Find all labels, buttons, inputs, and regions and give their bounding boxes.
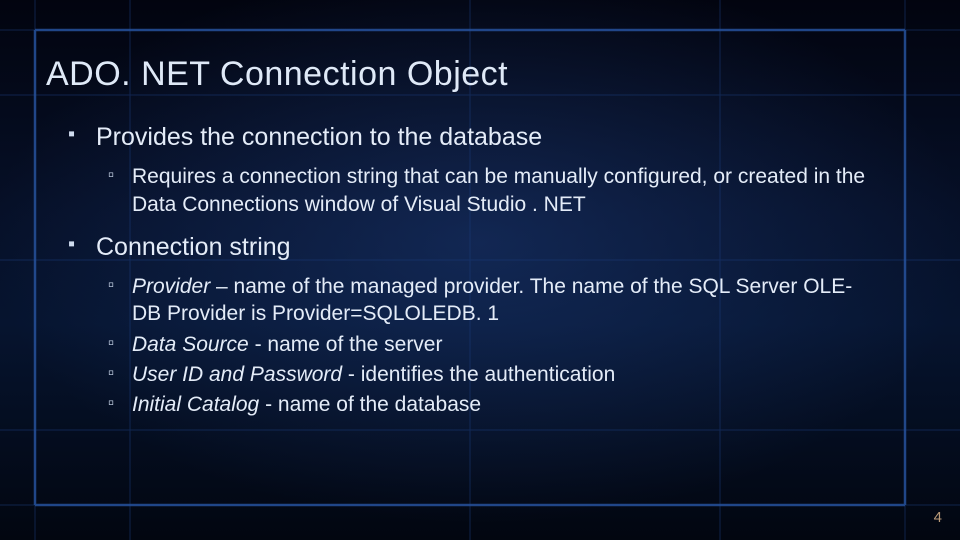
sub-bullet-item: User ID and Password - identifies the au… (132, 361, 920, 388)
bullet-item: Connection string Provider – name of the… (96, 232, 920, 419)
bullet-list: Provides the connection to the database … (46, 122, 920, 419)
term: Data Source (132, 333, 249, 356)
bullet-text: Provides the connection to the database (96, 123, 542, 151)
slide-content: ADO. NET Connection Object Provides the … (0, 0, 960, 419)
term-desc: – name of the managed provider. The name… (132, 275, 852, 325)
term: Initial Catalog (132, 393, 259, 416)
sub-bullet-item: Provider – name of the managed provider.… (132, 273, 920, 328)
term: User ID and Password (132, 363, 342, 386)
sub-bullet-item: Requires a connection string that can be… (132, 163, 920, 218)
slide: ADO. NET Connection Object Provides the … (0, 0, 960, 540)
sub-bullet-text: Requires a connection string that can be… (132, 165, 865, 215)
slide-title: ADO. NET Connection Object (46, 55, 920, 94)
bullet-text: Connection string (96, 233, 291, 261)
term: Provider (132, 275, 210, 298)
term-desc: - identifies the authentication (342, 363, 615, 386)
sub-bullet-list: Provider – name of the managed provider.… (96, 273, 920, 418)
sub-bullet-list: Requires a connection string that can be… (96, 163, 920, 218)
term-desc: - name of the database (259, 393, 481, 416)
sub-bullet-item: Data Source - name of the server (132, 331, 920, 358)
bullet-item: Provides the connection to the database … (96, 122, 920, 218)
sub-bullet-item: Initial Catalog - name of the database (132, 391, 920, 418)
term-desc: - name of the server (249, 333, 443, 356)
page-number: 4 (934, 509, 942, 526)
